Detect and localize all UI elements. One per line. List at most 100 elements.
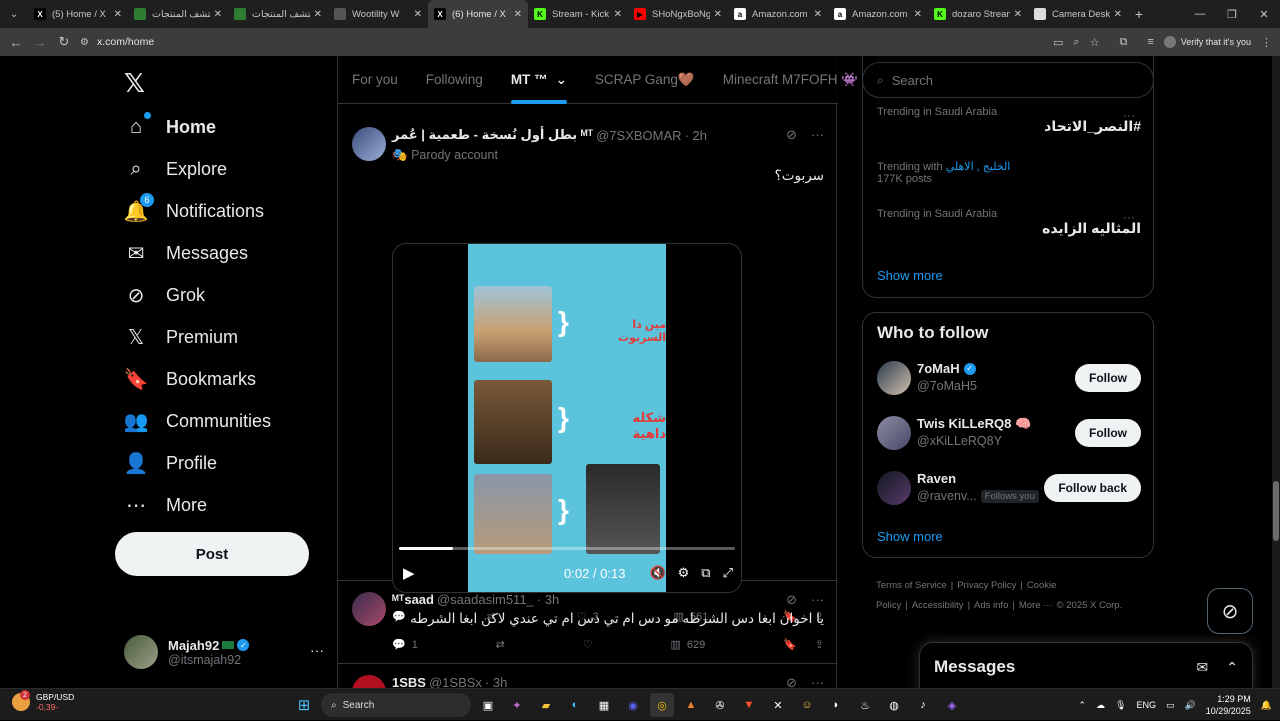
tab-close-icon[interactable]: ✕ bbox=[714, 9, 722, 20]
tweet-timestamp[interactable]: · 3h bbox=[537, 592, 559, 607]
footer-link[interactable]: Accessibility bbox=[912, 600, 964, 611]
settings-gear-icon[interactable]: ⚙ bbox=[678, 565, 690, 581]
avatar[interactable] bbox=[352, 127, 386, 161]
grok-icon[interactable]: ⊘ bbox=[786, 127, 797, 143]
timeline-tab[interactable]: SCRAP Gang🤎 bbox=[581, 56, 709, 104]
app-icon[interactable]: ☺ bbox=[795, 693, 819, 717]
app-icon[interactable]: ◍ bbox=[882, 693, 906, 717]
trend-context-link[interactable]: الخليج , الاهلي bbox=[946, 161, 1011, 173]
account-switcher[interactable]: Majah92 ✓ @itsmajah92 ··· bbox=[124, 632, 324, 672]
more-dots-icon[interactable]: ··· bbox=[811, 675, 824, 688]
tweet[interactable]: 1SBS @1SBSx · 3h ⊘ ··· bbox=[338, 665, 838, 688]
play-icon[interactable]: ▶ bbox=[403, 564, 415, 582]
tray-chevron-icon[interactable]: ⌃ bbox=[1079, 700, 1087, 711]
minimize-icon[interactable]: — bbox=[1184, 0, 1216, 28]
grok-icon[interactable]: ⊘ bbox=[786, 675, 797, 688]
tweet-author-name[interactable]: ᴹᵀsaad bbox=[392, 592, 434, 607]
timeline-tab[interactable]: Minecraft M7FOFH 👾 bbox=[709, 56, 872, 104]
tab-close-icon[interactable]: ✕ bbox=[514, 9, 522, 20]
footer-link[interactable]: Ads info bbox=[974, 600, 1008, 611]
nav-item-home[interactable]: ⌂ Home bbox=[124, 107, 216, 147]
follow-button[interactable]: Follow bbox=[1075, 419, 1141, 447]
browser-tab[interactable]: X (6) Home / X ✕ bbox=[428, 0, 528, 28]
reply-button[interactable]: 💬 1 bbox=[392, 638, 418, 652]
trend-item[interactable]: Trending in Saudi Arabia المثاليه الزايد… bbox=[877, 208, 1141, 237]
video-progress-bar[interactable] bbox=[399, 547, 735, 550]
tab-close-icon[interactable]: ✕ bbox=[314, 9, 322, 20]
more-dots-icon[interactable]: ··· bbox=[811, 127, 824, 143]
timeline-tab[interactable]: MT ™ ⌄ bbox=[497, 56, 581, 104]
browser-tab[interactable]: اكتشف المنتجات ✕ bbox=[228, 0, 328, 28]
tweet-author-name[interactable]: 1SBS bbox=[392, 675, 426, 688]
forward-icon[interactable]: → bbox=[28, 35, 52, 50]
browser-tab[interactable]: a Amazon.com ✕ bbox=[728, 0, 828, 28]
maximize-icon[interactable]: ❐ bbox=[1216, 0, 1248, 28]
user-name[interactable]: 7oMaH bbox=[917, 361, 960, 376]
more-dots-icon[interactable]: ··· bbox=[1123, 108, 1135, 122]
post-button[interactable]: Post bbox=[115, 532, 309, 576]
reload-icon[interactable]: ↻ bbox=[52, 34, 76, 50]
star-icon[interactable]: ☆ bbox=[1090, 36, 1100, 49]
brave-icon[interactable]: ▼ bbox=[737, 693, 761, 717]
nav-item-explore[interactable]: ⌕ Explore bbox=[124, 149, 227, 189]
tiktok-icon[interactable]: ♪ bbox=[911, 693, 935, 717]
store-icon[interactable]: ▦ bbox=[592, 693, 616, 717]
repost-button[interactable]: ⇄ bbox=[496, 638, 505, 651]
chevron-down-icon[interactable]: ⌄ bbox=[556, 72, 567, 88]
nav-item-communities[interactable]: 👥 Communities bbox=[124, 401, 271, 441]
share-icon[interactable]: ⇪ bbox=[815, 638, 824, 651]
tab-close-icon[interactable]: ✕ bbox=[1014, 9, 1022, 20]
url-bar[interactable]: ⚙ x.com/home bbox=[80, 31, 1010, 53]
discord-icon[interactable]: ◉ bbox=[621, 693, 645, 717]
tweet-author-handle[interactable]: @7SXBOMAR bbox=[596, 128, 681, 143]
more-dots-icon[interactable]: ··· bbox=[811, 592, 824, 608]
tab-close-icon[interactable]: ✕ bbox=[814, 9, 822, 20]
task-view-icon[interactable]: ▣ bbox=[476, 693, 500, 717]
like-button[interactable]: ♡ bbox=[583, 638, 593, 651]
network-icon[interactable]: ☁ bbox=[1096, 700, 1105, 711]
copilot-icon[interactable]: ✦ bbox=[505, 693, 529, 717]
search-box[interactable]: ⌕ bbox=[862, 62, 1154, 98]
clock[interactable]: 1:29 PM 10/29/2025 bbox=[1206, 693, 1251, 717]
follow-button[interactable]: Follow back bbox=[1044, 474, 1141, 502]
tweet-author-handle[interactable]: @saadasim511_ bbox=[437, 592, 534, 607]
mute-icon[interactable]: 🔇 bbox=[649, 565, 665, 581]
messages-drawer[interactable]: Messages ✉ ⌃ bbox=[919, 642, 1253, 688]
browser-tab[interactable]: Camera Desk ✕ bbox=[1028, 0, 1128, 28]
steam-icon[interactable]: ♨ bbox=[853, 693, 877, 717]
browser-tab[interactable]: ▶ SHoNgxBoNg ✕ bbox=[628, 0, 728, 28]
new-message-icon[interactable]: ✉ bbox=[1197, 659, 1209, 676]
tab-close-icon[interactable]: ✕ bbox=[414, 9, 422, 20]
edge-icon[interactable]: ◐ bbox=[563, 693, 587, 717]
user-name[interactable]: Twis KiLLeRQ8 🧠 bbox=[917, 416, 1031, 432]
media-icon[interactable]: ≡ bbox=[1147, 36, 1153, 48]
site-info-icon[interactable]: ⚙ bbox=[80, 37, 89, 48]
trend-item[interactable]: Trending with الخليج , الاهلي 177K posts bbox=[877, 160, 1141, 185]
tab-close-icon[interactable]: ✕ bbox=[914, 9, 922, 20]
nav-item-profile[interactable]: 👤 Profile bbox=[124, 443, 217, 483]
nav-item-more[interactable]: ⋯ More bbox=[124, 485, 207, 525]
page-scrollbar[interactable] bbox=[1272, 56, 1280, 688]
display-icon[interactable]: ▭ bbox=[1166, 700, 1175, 711]
user-name[interactable]: Raven bbox=[917, 471, 956, 486]
browser-tab[interactable]: X (5) Home / X ✕ bbox=[28, 0, 128, 28]
timeline-tab[interactable]: Following bbox=[412, 56, 497, 104]
notifications-bell-icon[interactable]: 🔔 bbox=[1261, 700, 1272, 711]
footer-link[interactable]: © 2025 X Corp. bbox=[1057, 600, 1123, 611]
who-to-follow-user[interactable]: Raven @ravenv... Follows you Follow back bbox=[877, 469, 1141, 509]
grok-floating-button[interactable]: ⊘ bbox=[1207, 588, 1253, 634]
cast-icon[interactable]: ▭ bbox=[1053, 36, 1063, 49]
nav-item-grok[interactable]: ⊘ Grok bbox=[124, 275, 205, 315]
pip-icon[interactable]: ⧉ bbox=[701, 565, 710, 581]
zoom-icon[interactable]: ⌕ bbox=[1073, 36, 1079, 49]
who-to-follow-user[interactable]: Twis KiLLeRQ8 🧠 @xKiLLeRQ8Y Follow bbox=[877, 414, 1141, 454]
avatar[interactable] bbox=[877, 471, 911, 505]
chrome-icon[interactable]: ◎ bbox=[650, 693, 674, 717]
avatar[interactable] bbox=[352, 675, 386, 688]
footer-link[interactable]: More ··· bbox=[1019, 600, 1053, 611]
avatar[interactable] bbox=[877, 416, 911, 450]
tweet-timestamp[interactable]: · 3h bbox=[485, 675, 507, 688]
expand-chevron-icon[interactable]: ⌃ bbox=[1226, 659, 1238, 676]
browser-tab[interactable]: K Stream - Kick ✕ bbox=[528, 0, 628, 28]
tab-search-chevron-icon[interactable]: ⌄ bbox=[0, 0, 28, 28]
